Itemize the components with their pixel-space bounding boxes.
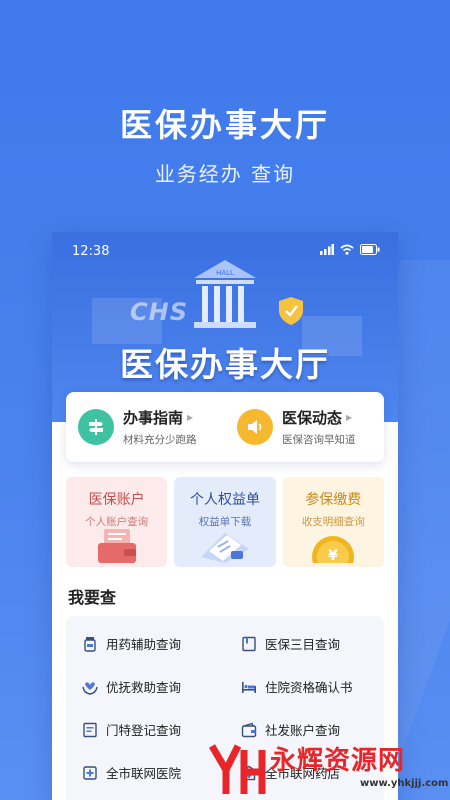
quick-link-title: 办事指南 [123,409,184,427]
catalog-book-icon [241,636,257,652]
query-section-title: 我要查 [68,588,117,607]
hero-chs-badge: CHS [130,298,188,326]
query-item[interactable]: 住院资格确认书 [225,677,384,696]
promo-subtitle: 业务经办 查询 [154,162,296,186]
query-item[interactable]: 门特登记查询 [66,720,225,739]
query-item-label: 优抚救助查询 [106,680,182,695]
pill-bottle-icon [82,636,98,652]
hero-title: 医保办事大厅 [120,345,330,384]
site-watermark: 永辉资源网 www.yhkjjj.com [200,738,450,800]
quick-link-news[interactable]: 医保动态 ▶ 医保咨询早知道 [225,392,384,462]
query-item-label: 用药辅助查询 [106,637,182,652]
speaker-icon [237,409,273,445]
hall-building-icon: HALL [192,260,258,338]
watermark-text: 永辉资源网 [270,746,406,776]
chevron-right-icon: ▶ [346,413,353,422]
shield-icon [278,296,304,330]
query-item[interactable]: 社发账户查询 [225,720,384,739]
status-time: 12:38 [72,243,110,259]
tile-title: 医保账户 [88,492,145,508]
register-form-icon [82,722,98,738]
quick-link-desc: 材料充分少跑路 [123,434,197,446]
svg-text:¥: ¥ [328,548,338,563]
quick-links-card: 办事指南 ▶ 材料充分少跑路 医保动态 ▶ 医保咨询早知道 [66,392,384,462]
chevron-right-icon: ▶ [187,413,194,422]
query-item-label: 全市联网医院 [106,766,182,781]
query-item-label: 住院资格确认书 [265,680,353,695]
phone-screen: 12:38 CHS HALL 医保办事大厅 办事指南 ▶ 材料充分少跑路 医保动… [52,232,398,800]
watermark-logo-icon [208,740,266,800]
signal-icon [320,243,334,259]
query-item-label: 社发账户查询 [265,723,341,738]
query-item[interactable]: 用药辅助查询 [66,634,225,653]
wallet-outline-icon [241,722,257,738]
tile-insurance-payment[interactable]: 参保缴费 收支明细查询 ¥ [282,477,384,567]
watermark-url: www.yhkjjj.com [360,778,449,789]
query-item-label: 医保三目查询 [265,637,341,652]
quick-link-title: 医保动态 [282,409,343,427]
hospital-bed-icon [241,679,257,695]
tile-title: 参保缴费 [305,492,362,508]
quick-link-desc: 医保咨询早知道 [282,434,356,446]
service-tiles: 医保账户 个人账户查询 个人权益单 权益单下载 参保缴费 收支明细查询 ¥ [66,477,384,567]
wallet-icon [94,527,140,567]
query-item[interactable]: 医保三目查询 [225,634,384,653]
tile-title: 个人权益单 [189,492,260,508]
signpost-icon [78,409,114,445]
document-download-icon [195,527,255,567]
coin-icon: ¥ [308,527,358,567]
tile-medical-account[interactable]: 医保账户 个人账户查询 [66,477,168,567]
query-item-label: 门特登记查询 [106,723,182,738]
tile-personal-rights[interactable]: 个人权益单 权益单下载 [174,477,276,567]
quick-link-guide[interactable]: 办事指南 ▶ 材料充分少跑路 [66,392,225,462]
hospital-cross-icon [82,765,98,781]
promo-title: 医保办事大厅 [119,106,330,144]
building-hall-label: HALL [216,269,234,277]
status-bar: 12:38 [72,242,380,260]
battery-icon [360,243,380,259]
query-item[interactable]: 优抚救助查询 [66,677,225,696]
wifi-icon [340,244,354,259]
care-heart-icon [82,679,98,695]
